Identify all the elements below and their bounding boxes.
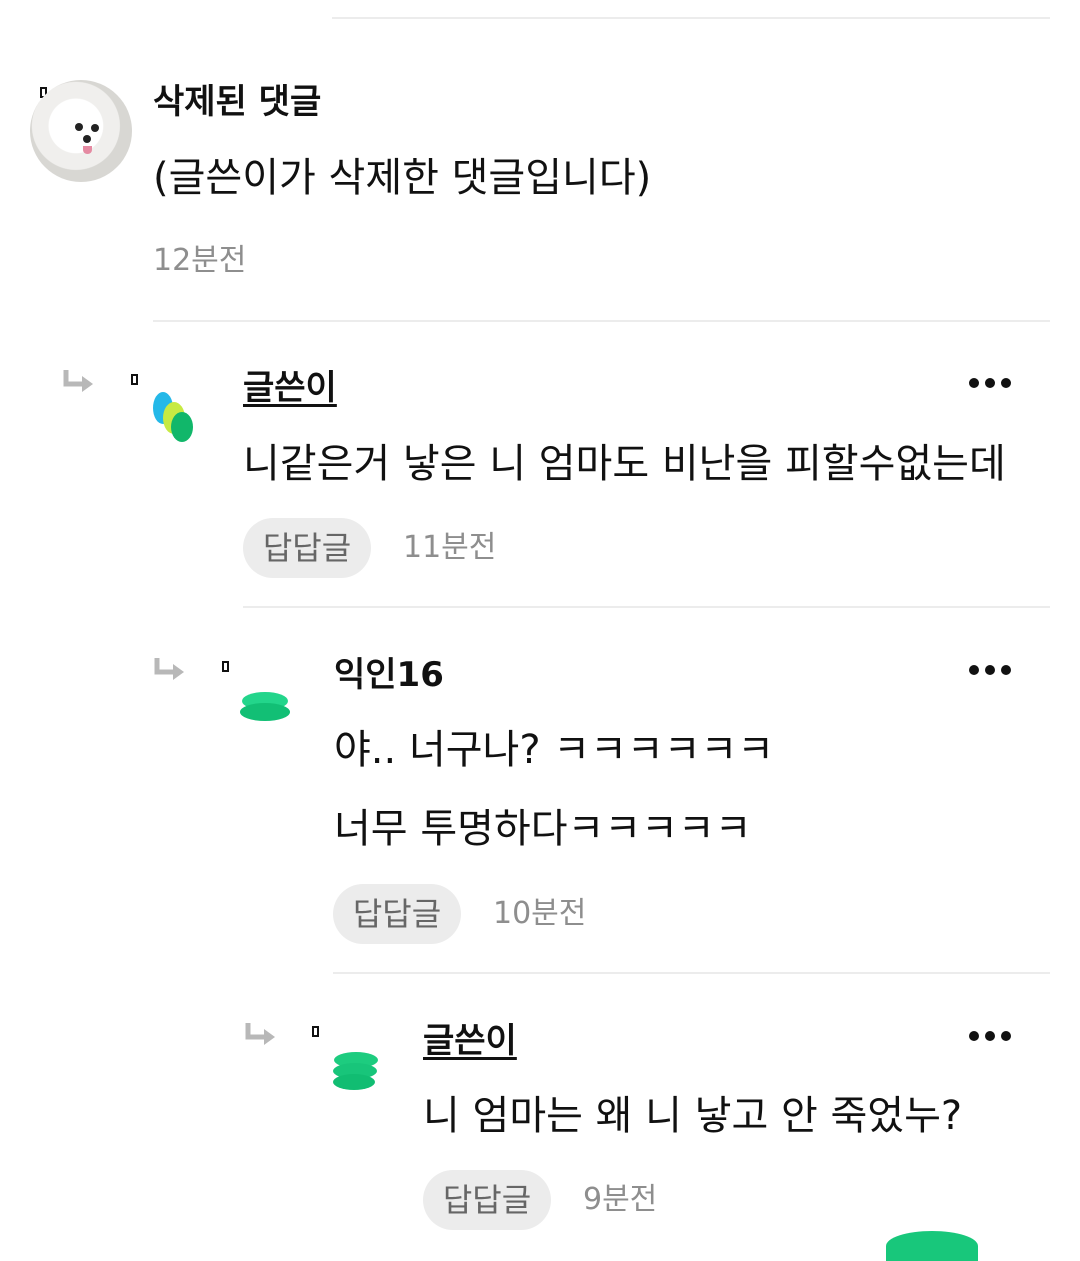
comment-time: 10분전 [493,896,587,931]
comment-time: 11분전 [403,530,497,565]
more-options-icon[interactable] [968,658,1012,682]
floating-action-button[interactable] [886,1231,978,1261]
reply-button[interactable]: 답답글 [243,518,371,578]
avatar-dog-eye-left [75,123,83,131]
reply-arrow-icon [63,370,93,392]
comment-marker-icon [312,1026,319,1037]
comment-author: 삭제된 댓글 [153,82,322,122]
avatar[interactable] [30,80,132,182]
avatar-icon[interactable] [328,1040,388,1110]
comment-marker-icon [222,661,229,672]
comment-text-line-1: 야.. 너구나? ㅋㅋㅋㅋㅋㅋ [334,727,775,773]
comment-text: 니 엄마는 왜 니 낳고 안 죽었누? [423,1093,963,1139]
top-divider [332,17,1050,19]
reply-button[interactable]: 답답글 [333,884,461,944]
more-options-icon[interactable] [968,1024,1012,1048]
comment-text: 니같은거 낳은 니 엄마도 비난을 피할수없는데 [243,441,1006,487]
avatar-icon[interactable] [238,676,298,746]
avatar-dog-tongue [83,146,92,154]
reply-arrow-icon [154,658,184,680]
comment-author-link[interactable]: 글쓴이 [243,368,337,408]
comment-divider [333,972,1050,974]
comment-time: 12분전 [153,243,247,278]
avatar-dog-nose [83,135,91,143]
reply-arrow-icon [245,1023,275,1045]
comment-thread-screen: { "comments": [ { "author": "삭제된 댓글", "t… [0,0,1080,1261]
more-options-icon[interactable] [968,371,1012,395]
avatar-dog-eye-right [91,124,99,132]
avatar-icon[interactable] [150,390,210,460]
comment-author: 익인16 [334,655,444,695]
comment-author-link[interactable]: 글쓴이 [423,1021,517,1061]
comment-text: (글쓴이가 삭제한 댓글입니다) [153,155,652,201]
reply-button[interactable]: 답답글 [423,1170,551,1230]
comment-time: 9분전 [583,1182,658,1217]
comment-marker-icon [131,374,138,385]
comment-divider [243,606,1050,608]
comment-divider [153,320,1050,322]
comment-text-line-2: 너무 투명하다ㅋㅋㅋㅋㅋ [334,806,752,852]
